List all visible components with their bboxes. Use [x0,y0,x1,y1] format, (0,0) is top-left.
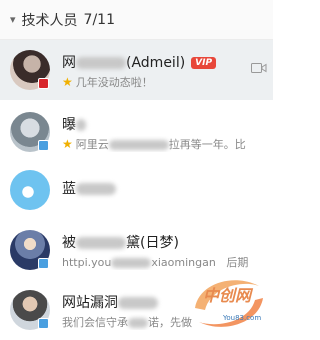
blurred-text [76,57,126,69]
contact-signature: ★ 阿里云 拉再等一年。比 [62,137,246,151]
contact-name: 曝 [62,114,86,134]
blurred-text [76,183,116,195]
blurred-text [76,237,126,249]
video-call-icon[interactable] [251,62,267,74]
contact-name: 蓝 [62,178,116,198]
contact-name: 被黛(日梦) [62,235,179,251]
watermark-text: 中创网 [203,286,252,305]
status-indicator [38,78,49,89]
status-indicator [38,140,49,151]
avatar[interactable] [10,170,50,210]
vip-badge: VIP [191,57,217,69]
contact-name: 网站漏洞 [62,292,158,312]
group-name: 技术人员 [21,12,78,29]
group-header[interactable]: ▾ 技术人员 7/11 [0,0,273,40]
chevron-down-icon: ▾ [10,13,16,26]
contact-name: 网 (Admeil) VIP [62,52,217,72]
contact-row[interactable]: 曝 ★ 阿里云 拉再等一年。比 [0,100,273,160]
blurred-text [118,297,158,309]
blurred-text [111,258,152,268]
blurred-text [76,119,86,131]
star-icon: ★ [62,75,73,89]
blurred-text [108,140,169,150]
group-online-count: 7/11 [83,11,115,28]
status-indicator [38,318,49,329]
contact-row[interactable]: 网 (Admeil) VIP ★ 几年没动态啦！ [0,40,273,100]
contact-signature: ★ 几年没动态啦！ [62,75,153,89]
watermark-logo: 中创网 You83.com [189,268,269,338]
status-indicator [38,258,49,269]
star-icon: ★ [62,137,73,151]
watermark-url: You83.com [223,314,262,322]
blurred-text [128,318,148,328]
contact-row[interactable]: 蓝 [0,160,273,220]
